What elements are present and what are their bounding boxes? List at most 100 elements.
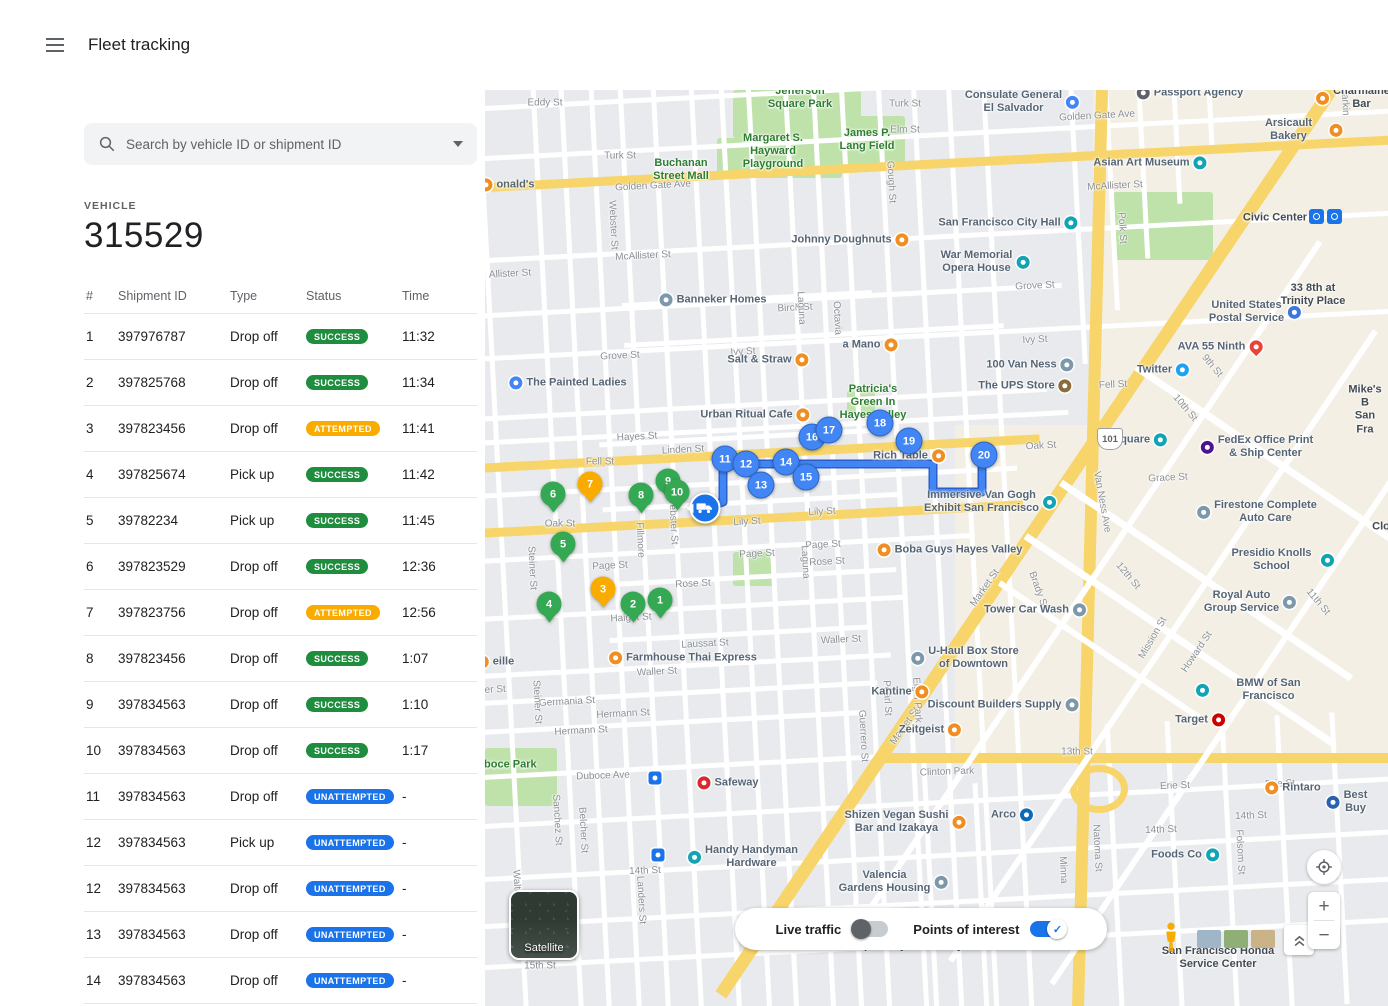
poi-label[interactable]: Margaret S. Hayward Playground — [743, 132, 804, 172]
poi-label[interactable]: eille — [485, 655, 514, 668]
poi-label[interactable]: Clo — [1372, 520, 1388, 533]
poi-label[interactable]: Buchanan Street Mall — [653, 157, 709, 183]
poi-label[interactable]: Presidio Knolls School — [1226, 547, 1334, 573]
my-location-button[interactable] — [1307, 850, 1341, 884]
poi-label[interactable]: onald's — [485, 178, 535, 191]
stop-marker[interactable]: 8 — [629, 483, 654, 508]
stop-marker[interactable]: 18 — [868, 411, 893, 436]
imagery-thumbnails[interactable] — [1197, 930, 1275, 948]
poi-label[interactable]: BMW of San Francisco — [1196, 677, 1324, 703]
satellite-toggle[interactable]: Satellite — [509, 890, 579, 960]
poi-label[interactable]: a Mano — [843, 338, 898, 351]
stop-marker[interactable]: 19 — [897, 429, 922, 454]
pegman-control[interactable] — [1163, 922, 1179, 959]
stop-marker[interactable]: 5 — [551, 532, 576, 557]
stop-marker[interactable]: 20 — [972, 443, 997, 468]
stop-marker[interactable]: 2 — [621, 592, 646, 617]
table-row[interactable]: 1 397976787 Drop off SUCCESS 11:32 — [84, 313, 477, 359]
poi-label[interactable]: 33 8th at Trinity Place — [1276, 282, 1351, 308]
poi-label[interactable]: Valencia Gardens Housing — [839, 869, 948, 895]
poi-label[interactable]: U-Haul Box Store of Downtown — [911, 645, 1018, 671]
poi-label[interactable]: War Memorial Opera House — [941, 249, 1030, 275]
table-row[interactable]: 5 39782234 Pick up SUCCESS 11:45 — [84, 497, 477, 543]
bart-station-icon[interactable] — [1327, 209, 1342, 224]
poi-label[interactable]: AVA 55 Ninth — [1178, 340, 1263, 353]
poi-label[interactable]: Firestone Complete Auto Care — [1197, 499, 1317, 525]
live-traffic-toggle[interactable] — [852, 921, 888, 937]
poi-label[interactable]: Consulate General El Salvador — [965, 90, 1079, 115]
stop-marker[interactable]: 1 — [648, 588, 673, 613]
poi-label[interactable]: Target — [1175, 713, 1225, 726]
poi-label[interactable]: Rintaro — [1265, 781, 1321, 794]
chevron-down-icon[interactable] — [453, 141, 463, 147]
table-row[interactable]: 6 397823529 Drop off SUCCESS 12:36 — [84, 543, 477, 589]
search-input[interactable] — [126, 137, 443, 152]
poi-label[interactable]: Royal Auto Group Service — [1204, 589, 1296, 615]
poi-label[interactable]: Tower Car Wash — [984, 603, 1086, 616]
map[interactable]: Eddy St Turk St Turk St Elm St Golden Ga… — [485, 90, 1388, 1006]
stop-marker[interactable]: 15 — [794, 465, 819, 490]
poi-label[interactable]: Asian Art Museum — [1093, 156, 1206, 169]
poi-label[interactable]: Zeitgeist — [899, 723, 961, 736]
poi-label[interactable]: Johnny Doughnuts — [791, 233, 908, 246]
points-of-interest-toggle[interactable]: ✓ — [1030, 921, 1066, 937]
poi-label[interactable]: Kantine — [871, 685, 928, 698]
table-row[interactable]: 7 397823756 Drop off ATTEMPTED 12:56 — [84, 589, 477, 635]
stop-marker[interactable]: 4 — [537, 592, 562, 617]
stop-marker[interactable]: 7 — [578, 472, 603, 497]
poi-label[interactable]: Arsicault Bakery — [1252, 117, 1343, 143]
search-box[interactable] — [84, 123, 477, 165]
menu-button[interactable] — [46, 36, 70, 54]
poi-label[interactable]: 100 Van Ness — [986, 358, 1073, 371]
table-row[interactable]: 9 397834563 Drop off SUCCESS 1:10 — [84, 681, 477, 727]
table-row[interactable]: 11 397834563 Drop off UNATTEMPTED - — [84, 773, 477, 819]
stop-marker[interactable]: 13 — [749, 473, 774, 498]
thumbnail-icon[interactable] — [1251, 930, 1275, 948]
zoom-in-button[interactable]: + — [1308, 892, 1340, 920]
poi-label[interactable]: The Painted Ladies — [509, 376, 626, 389]
poi-label[interactable]: Civic Center — [1243, 211, 1307, 224]
thumbnail-icon[interactable] — [1197, 930, 1221, 948]
poi-label[interactable]: Handy Handyman Hardware — [688, 844, 798, 870]
poi-label[interactable]: Farmhouse Thai Express — [609, 651, 757, 664]
poi-label[interactable]: The UPS Store — [978, 379, 1071, 392]
table-row[interactable]: 10 397834563 Drop off SUCCESS 1:17 — [84, 727, 477, 773]
table-row[interactable]: 12 397834563 Pick up UNATTEMPTED - — [84, 819, 477, 865]
poi-label[interactable]: Salt & Straw — [727, 353, 808, 366]
poi-label[interactable] — [652, 849, 669, 862]
table-row[interactable]: 14 397834563 Drop off UNATTEMPTED - — [84, 957, 477, 1003]
zoom-out-button[interactable]: − — [1308, 921, 1340, 949]
table-row[interactable]: 3 397823456 Drop off ATTEMPTED 11:41 — [84, 405, 477, 451]
poi-label[interactable]: Arco — [991, 808, 1033, 821]
stop-marker[interactable]: 3 — [591, 577, 616, 602]
stop-marker[interactable]: 6 — [541, 482, 566, 507]
poi-label[interactable] — [649, 772, 666, 785]
poi-label[interactable]: San Francisco City Hall — [938, 216, 1077, 229]
table-row[interactable]: 4 397825674 Pick up SUCCESS 11:42 — [84, 451, 477, 497]
table-row[interactable]: 12 397834563 Drop off UNATTEMPTED - — [84, 865, 477, 911]
poi-label[interactable]: Charmaine Bar — [1316, 90, 1388, 111]
poi-label[interactable]: Best Buy — [1327, 789, 1368, 815]
table-row[interactable]: 2 397825768 Drop off SUCCESS 11:34 — [84, 359, 477, 405]
thumbnail-icon[interactable] — [1224, 930, 1248, 948]
table-row[interactable]: 8 397823456 Drop off SUCCESS 1:07 — [84, 635, 477, 681]
stop-marker[interactable]: 10 — [665, 480, 690, 505]
poi-label[interactable]: Foods Co — [1151, 848, 1219, 861]
poi-label[interactable]: Jefferson Square Park — [768, 90, 832, 111]
poi-label[interactable]: Urban Ritual Cafe — [700, 408, 809, 421]
poi-label[interactable]: Safeway — [697, 776, 758, 789]
poi-label[interactable]: Mike's B San Fra — [1348, 384, 1381, 437]
vehicle-marker[interactable] — [690, 493, 721, 524]
poi-label[interactable]: Boba Guys Hayes Valley — [878, 543, 1023, 556]
poi-label[interactable]: James P. Lang Field — [840, 127, 895, 153]
poi-label[interactable]: Duboce Park — [485, 758, 537, 771]
poi-label[interactable]: Shizen Vegan Sushi Bar and Izakaya — [845, 809, 966, 835]
poi-label[interactable]: Passport Agency — [1137, 90, 1243, 100]
stop-marker[interactable]: 17 — [817, 418, 842, 443]
poi-label[interactable]: FedEx Office Print & Ship Center — [1201, 434, 1313, 460]
muni-station-icon[interactable] — [1309, 209, 1324, 224]
poi-label[interactable]: Discount Builders Supply — [928, 698, 1079, 711]
table-row[interactable]: 13 397834563 Drop off UNATTEMPTED - — [84, 911, 477, 957]
poi-label[interactable]: Twitter — [1137, 363, 1189, 376]
poi-label[interactable]: Immersive Van Gogh Exhibit San Francisco — [924, 489, 1056, 515]
